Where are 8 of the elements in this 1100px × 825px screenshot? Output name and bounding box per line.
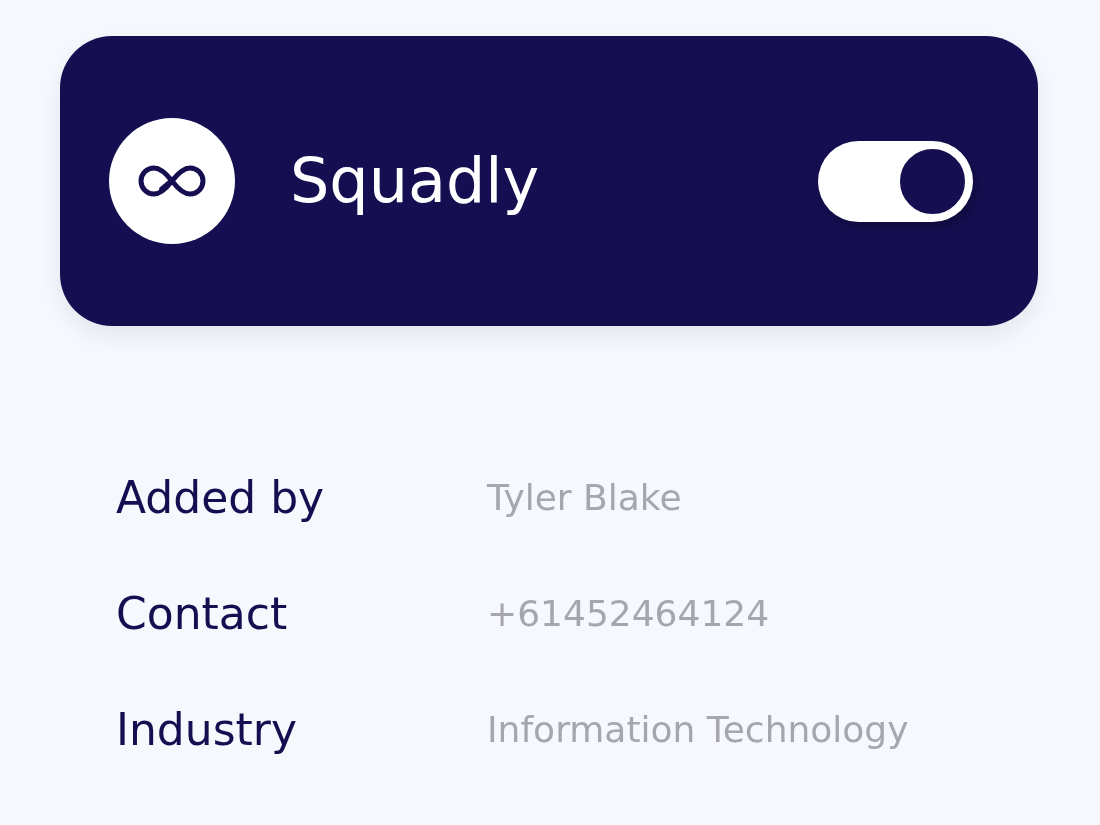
- detail-label: Contact: [116, 587, 289, 641]
- detail-value: Information Technology: [487, 708, 910, 752]
- app-name: Squadly: [290, 143, 541, 219]
- detail-value: +61452464124: [487, 592, 771, 636]
- infinity-icon: [109, 118, 235, 244]
- detail-label: Industry: [116, 703, 298, 757]
- detail-label: Added by: [116, 471, 326, 525]
- detail-value: Tyler Blake: [487, 476, 683, 520]
